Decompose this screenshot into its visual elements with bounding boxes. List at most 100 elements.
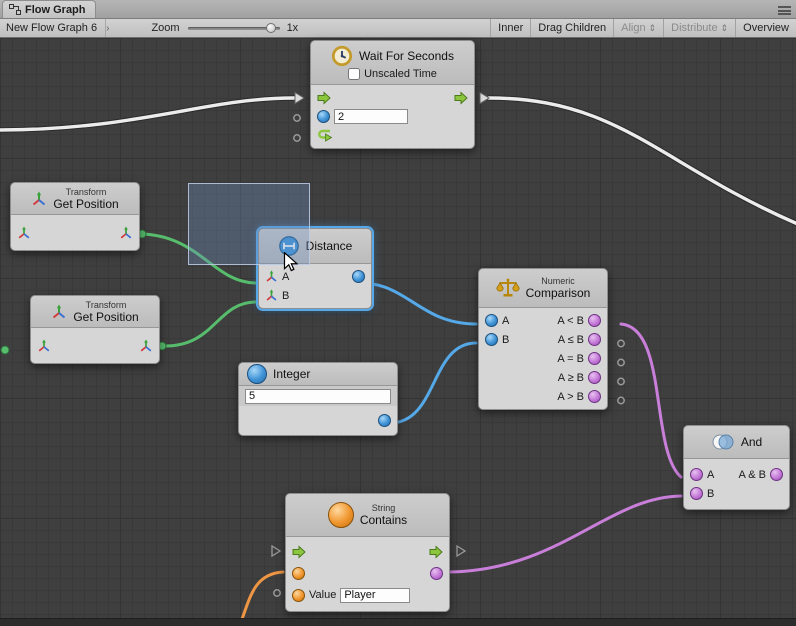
node-header[interactable]: Transform Get Position xyxy=(10,182,140,215)
button-label: Inner xyxy=(498,22,523,34)
output-label: A = B xyxy=(557,353,584,365)
chevron-updown-icon: ⇕ xyxy=(649,23,657,34)
input-b-label: B xyxy=(707,488,714,500)
drag-children-button[interactable]: Drag Children xyxy=(530,19,613,37)
zoom-value: 1x xyxy=(287,22,299,34)
seconds-input[interactable] xyxy=(334,109,408,124)
transform-axes-icon xyxy=(51,304,67,320)
node-get-position-1[interactable]: Transform Get Position xyxy=(10,182,140,251)
integer-output-port[interactable] xyxy=(378,414,391,427)
menu-icon[interactable] xyxy=(778,6,791,15)
a-equal-b-port[interactable] xyxy=(588,352,601,365)
chevron-updown-icon: ⇕ xyxy=(721,23,729,34)
comparison-a-port[interactable] xyxy=(485,314,498,327)
contains-result-port[interactable] xyxy=(430,567,443,580)
vector-port-icon[interactable] xyxy=(265,289,278,302)
transform-axes-icon xyxy=(31,191,47,207)
venn-intersection-icon xyxy=(711,434,735,450)
and-output-port[interactable] xyxy=(770,468,783,481)
node-header[interactable]: And xyxy=(683,425,790,459)
input-a-label: A xyxy=(707,469,714,481)
node-header[interactable]: Numeric Comparison xyxy=(478,268,608,308)
node-title: Contains xyxy=(360,513,407,527)
scales-icon xyxy=(496,277,520,299)
inner-button[interactable]: Inner xyxy=(490,19,530,37)
mouse-cursor xyxy=(283,252,298,277)
flow-in-port-icon[interactable] xyxy=(292,545,306,559)
flow-in-port-icon[interactable] xyxy=(317,91,331,105)
zoom-label: Zoom xyxy=(151,22,179,34)
node-title: Comparison xyxy=(526,286,591,300)
zoom-slider-knob[interactable] xyxy=(266,23,276,33)
node-subtitle: Transform xyxy=(73,300,138,310)
a-lessequal-b-port[interactable] xyxy=(588,333,601,346)
and-a-port[interactable] xyxy=(690,468,703,481)
window-title: Flow Graph xyxy=(25,4,86,16)
overview-button[interactable]: Overview xyxy=(735,19,796,37)
node-and[interactable]: And A A & B B xyxy=(683,425,790,510)
window-bottom-edge xyxy=(0,618,796,626)
a-greaterequal-b-port[interactable] xyxy=(588,371,601,384)
button-label: Distribute xyxy=(671,22,717,34)
node-string-contains[interactable]: String Contains Value xyxy=(285,493,450,612)
button-label: Overview xyxy=(743,22,789,34)
node-wait-for-seconds[interactable]: Wait For Seconds Unscaled Time xyxy=(310,40,475,149)
output-label: A & B xyxy=(738,469,766,481)
integer-input[interactable] xyxy=(245,389,391,404)
flow-out-port-icon[interactable] xyxy=(429,545,443,559)
breadcrumb-label: New Flow Graph 6 xyxy=(6,22,97,34)
node-header[interactable]: String Contains xyxy=(285,493,450,537)
output-label: A > B xyxy=(557,391,584,403)
a-less-b-port[interactable] xyxy=(588,314,601,327)
contains-target-port[interactable] xyxy=(292,567,305,580)
vector-port-icon[interactable] xyxy=(265,270,278,283)
node-title: Get Position xyxy=(53,197,118,211)
output-label: A ≤ B xyxy=(558,334,584,346)
input-b-label: B xyxy=(502,334,509,346)
integer-circle-icon xyxy=(247,364,267,384)
node-title: Distance xyxy=(306,239,353,253)
node-title: Wait For Seconds xyxy=(359,49,454,63)
node-header[interactable]: Transform Get Position xyxy=(30,295,160,328)
position-output-port-icon[interactable] xyxy=(139,339,153,353)
loop-exit-port-icon[interactable] xyxy=(317,128,333,143)
graph-toolbar: New Flow Graph 6 › Zoom 1x Inner Drag Ch… xyxy=(0,19,796,38)
tab-flow-graph[interactable]: Flow Graph xyxy=(2,0,96,18)
transform-input-port-icon[interactable] xyxy=(37,339,51,353)
string-circle-icon xyxy=(328,502,354,528)
comparison-b-port[interactable] xyxy=(485,333,498,346)
seconds-port[interactable] xyxy=(317,110,330,123)
align-button[interactable]: Align ⇕ xyxy=(613,19,663,37)
breadcrumb-separator: › xyxy=(106,23,113,34)
and-b-port[interactable] xyxy=(690,487,703,500)
transform-input-port-icon[interactable] xyxy=(17,226,31,240)
position-output-port-icon[interactable] xyxy=(119,226,133,240)
flow-out-port-icon[interactable] xyxy=(454,91,468,105)
node-numeric-comparison[interactable]: Numeric Comparison A A < B B xyxy=(478,268,608,410)
value-input[interactable] xyxy=(340,588,410,603)
title-bar: Flow Graph xyxy=(0,0,796,19)
node-subtitle: String xyxy=(360,503,407,513)
output-label: A ≥ B xyxy=(558,372,584,384)
node-subtitle: Numeric xyxy=(526,276,591,286)
node-integer[interactable]: Integer xyxy=(238,362,398,436)
unscaled-time-label: Unscaled Time xyxy=(364,68,437,80)
node-header[interactable]: Integer xyxy=(238,362,398,386)
zoom-slider[interactable] xyxy=(188,23,280,33)
distance-output-port[interactable] xyxy=(352,270,365,283)
node-get-position-2[interactable]: Transform Get Position xyxy=(30,295,160,364)
node-header[interactable]: Wait For Seconds Unscaled Time xyxy=(310,40,475,85)
distribute-button[interactable]: Distribute ⇕ xyxy=(663,19,735,37)
a-greater-b-port[interactable] xyxy=(588,390,601,403)
flow-graph-icon xyxy=(9,4,21,15)
input-b-label: B xyxy=(282,290,289,302)
integer-field-row xyxy=(238,386,398,406)
input-a-label: A xyxy=(502,315,509,327)
node-title: And xyxy=(741,435,762,449)
contains-value-port[interactable] xyxy=(292,589,305,602)
node-subtitle: Transform xyxy=(53,187,118,197)
breadcrumb[interactable]: New Flow Graph 6 xyxy=(0,19,106,37)
flow-graph-window: Flow Graph New Flow Graph 6 › Zoom 1x In… xyxy=(0,0,796,626)
unscaled-time-checkbox[interactable] xyxy=(348,68,360,80)
node-title: Get Position xyxy=(73,310,138,324)
